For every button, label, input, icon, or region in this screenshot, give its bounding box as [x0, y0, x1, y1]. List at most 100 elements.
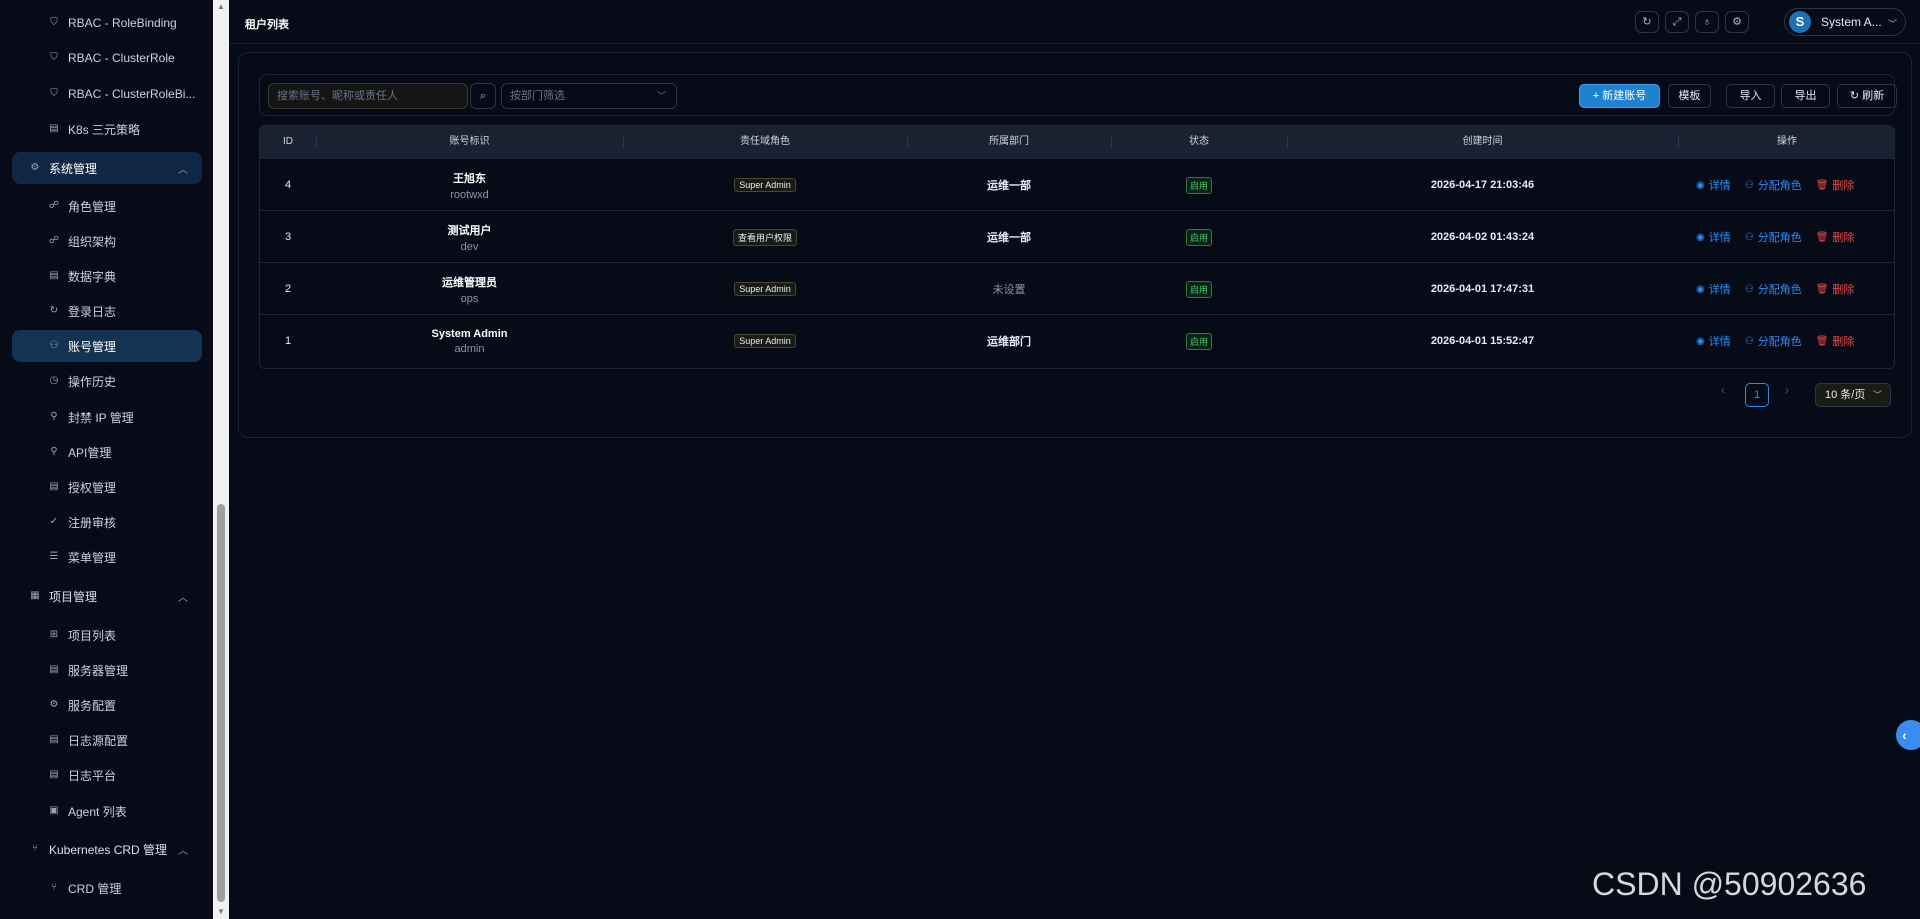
sidebar-item-agents[interactable]: ▣ Agent 列表	[12, 795, 202, 827]
assign-role-link[interactable]: ⚇ 分配角色	[1745, 229, 1802, 245]
delete-link[interactable]: 🗑 删除	[1816, 281, 1855, 297]
check-circle-icon: ✓	[49, 516, 59, 527]
delete-link[interactable]: 🗑 删除	[1816, 333, 1855, 349]
tips-button[interactable]: ♁	[1695, 11, 1719, 33]
sidebar-item-log-source[interactable]: ▤ 日志源配置	[12, 724, 202, 756]
api-icon: ⚲	[50, 446, 58, 457]
chevron-left-icon: ‹	[1902, 727, 1907, 743]
account-list-card: ⌕ 按部门筛选 ﹀ + 新建账号 模板 导入 导出 ↻ 刷新 ID 账号标识 责…	[238, 52, 1912, 438]
trash-icon: 🗑	[1815, 283, 1829, 295]
delete-link[interactable]: 🗑 删除	[1816, 177, 1855, 193]
row-actions: ◉ 详情 ⚇ 分配角色 🗑 删除	[1696, 211, 1868, 263]
sidebar-group-k8s-crd[interactable]: ⑂ Kubernetes CRD 管理 ︿	[12, 833, 202, 865]
sidebar-item-label: Agent 列表	[68, 804, 127, 819]
account-username: ops	[460, 292, 479, 305]
search-button[interactable]: ⌕	[470, 83, 496, 109]
sidebar-item-registration-review[interactable]: ✓ 注册审核	[12, 506, 202, 538]
template-button[interactable]: 模板	[1668, 84, 1711, 108]
detail-link[interactable]: ◉ 详情	[1696, 281, 1731, 297]
scroll-up-arrow-icon[interactable]: ▲	[213, 0, 229, 14]
page-size-value: 10 条/页	[1825, 389, 1866, 401]
sidebar-item-rbac-clusterrolebinding[interactable]: ⛉ RBAC - ClusterRoleBi...	[12, 78, 202, 110]
sidebar-item-project-list[interactable]: ⊞ 项目列表	[12, 619, 202, 651]
sidebar-item-service-config[interactable]: ⚙ 服务配置	[12, 689, 202, 721]
export-button[interactable]: 导出	[1781, 84, 1830, 108]
trash-icon: 🗑	[1815, 179, 1829, 191]
page-title: 租户列表	[245, 19, 289, 31]
refresh-label: 刷新	[1862, 90, 1885, 102]
detail-label: 详情	[1708, 336, 1731, 348]
pagination-prev-icon[interactable]: ‹	[1721, 383, 1725, 397]
sidebar-item-accounts[interactable]: ⚇ 账号管理	[12, 330, 202, 362]
detail-link[interactable]: ◉ 详情	[1696, 229, 1731, 245]
delete-label: 删除	[1832, 180, 1855, 192]
sidebar-item-log-platform[interactable]: ▤ 日志平台	[12, 759, 202, 791]
sidebar-item-history[interactable]: ◷ 操作历史	[12, 365, 202, 397]
new-account-button[interactable]: + 新建账号	[1579, 84, 1660, 108]
sidebar-item-k8s-policy[interactable]: ▤ K8s 三元策略	[12, 113, 202, 145]
sidebar-item-servers[interactable]: ▤ 服务器管理	[12, 654, 202, 686]
table-header: ID 账号标识 责任域角色 所属部门 状态 创建时间 操作	[260, 126, 1894, 158]
sidebar-item-roles[interactable]: ☍ 角色管理	[12, 190, 202, 222]
settings-button[interactable]: ⚙	[1725, 11, 1749, 33]
delete-link[interactable]: 🗑 删除	[1816, 229, 1855, 245]
assign-role-link[interactable]: ⚇ 分配角色	[1745, 281, 1802, 297]
account-username: admin	[454, 342, 485, 355]
sidebar-item-label: CRD 管理	[68, 881, 122, 896]
row-id: 3	[284, 231, 292, 243]
assign-role-label: 分配角色	[1757, 180, 1802, 192]
pagination-next-icon[interactable]: ›	[1785, 383, 1789, 397]
department-filter-select[interactable]: 按部门筛选 ﹀	[501, 83, 677, 109]
toolbar: ⌕ 按部门筛选 ﹀ + 新建账号 模板 导入 导出 ↻ 刷新	[259, 74, 1897, 116]
refresh-button[interactable]: ↻	[1635, 11, 1659, 33]
avatar: S	[1789, 11, 1811, 33]
search-box	[268, 83, 468, 109]
sidebar-item-label: 数据字典	[68, 269, 117, 284]
user-menu[interactable]: S System A... ﹀	[1784, 8, 1906, 36]
sidebar-item-license[interactable]: ▤ 授权管理	[12, 471, 202, 503]
status-badge: 启用	[1185, 332, 1212, 350]
watermark: CSDN @50902636	[1592, 866, 1867, 902]
refresh-icon: ↻	[1642, 16, 1652, 28]
column-header-account: 账号标识	[449, 136, 490, 147]
assign-role-link[interactable]: ⚇ 分配角色	[1745, 333, 1802, 349]
refresh-icon: ↻	[1849, 90, 1863, 102]
page-size-select[interactable]: 10 条/页 ﹀	[1815, 383, 1891, 407]
sidebar-item-dictionary[interactable]: ▤ 数据字典	[12, 260, 202, 292]
pagination-page-button[interactable]: 1	[1745, 383, 1769, 407]
sidebar-item-rbac-clusterrole[interactable]: ⛉ RBAC - ClusterRole	[12, 42, 202, 74]
sidebar-scrollbar[interactable]: ▲ ▼	[213, 0, 229, 919]
sidebar-item-api[interactable]: ⚲ API管理	[12, 436, 202, 468]
trash-icon: 🗑	[1815, 231, 1829, 243]
row-id: 1	[284, 335, 292, 347]
table-row: 3 测试用户 dev 查看用户权限 运维一部 启用 2026-04-02 01:4…	[260, 210, 1894, 263]
org-icon: ☍	[48, 235, 60, 246]
sidebar-group-label: Kubernetes CRD 管理	[49, 842, 168, 857]
detail-link[interactable]: ◉ 详情	[1696, 333, 1731, 349]
search-input[interactable]	[269, 90, 459, 102]
sidebar-item-menus[interactable]: ☰ 菜单管理	[12, 541, 202, 573]
sidebar-item-login-log[interactable]: ↻ 登录日志	[12, 295, 202, 327]
column-header-id: ID	[283, 136, 293, 147]
fullscreen-button[interactable]: ⤢	[1665, 11, 1689, 33]
sidebar-item-crd[interactable]: ⑂ CRD 管理	[12, 872, 202, 904]
sidebar-group-projects[interactable]: ▦ 项目管理 ︿	[12, 580, 202, 612]
sidebar-item-rbac-rolebinding[interactable]: ⛉ RBAC - RoleBinding	[12, 7, 202, 39]
sidebar-group-system[interactable]: ⚙ 系统管理 ︿	[12, 152, 202, 184]
department: 未设置	[992, 284, 1026, 296]
sidebar-item-label: RBAC - RoleBinding	[68, 16, 177, 30]
sidebar-item-label: 注册审核	[68, 515, 117, 530]
row-id: 4	[284, 179, 292, 191]
created-time: 2026-04-01 15:52:47	[1430, 335, 1535, 347]
sidebar-item-org[interactable]: ☍ 组织架构	[12, 225, 202, 257]
import-button[interactable]: 导入	[1726, 84, 1775, 108]
sidebar-group-label: 系统管理	[49, 161, 98, 176]
refresh-list-button[interactable]: ↻ 刷新	[1837, 84, 1897, 108]
collapse-panel-button[interactable]: ‹	[1896, 720, 1920, 750]
scrollbar-thumb[interactable]	[217, 504, 225, 902]
assign-role-link[interactable]: ⚇ 分配角色	[1745, 177, 1802, 193]
detail-link[interactable]: ◉ 详情	[1696, 177, 1731, 193]
sidebar-item-ban-ip[interactable]: ⚲ 封禁 IP 管理	[12, 401, 202, 433]
delete-label: 删除	[1832, 232, 1855, 244]
scroll-down-arrow-icon[interactable]: ▼	[213, 905, 229, 919]
